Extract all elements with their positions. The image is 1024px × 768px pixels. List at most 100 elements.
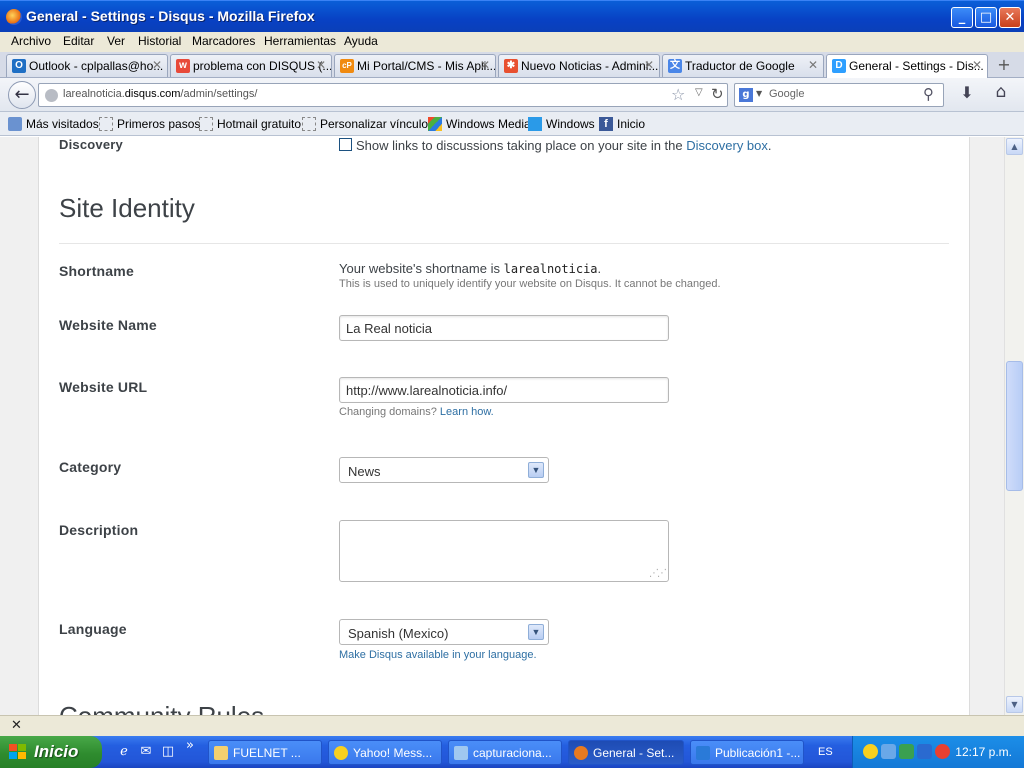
website-name-input[interactable]: La Real noticia (339, 315, 669, 341)
tab-disqus-problem[interactable]: w problema con DISQUS (... ✕ (170, 54, 332, 77)
blogger-icon: w (176, 59, 190, 73)
language-select[interactable]: Spanish (Mexico) ▼ (339, 619, 549, 645)
chevron-down-icon[interactable]: ▼ (528, 624, 544, 640)
downloads-icon[interactable]: ⬇ (956, 83, 978, 105)
yahoo-tray-icon[interactable] (863, 744, 878, 759)
tab-outlook[interactable]: O Outlook - cplpallas@ho... ✕ (6, 54, 168, 77)
disqus-icon: D (832, 59, 846, 73)
quicklaunch-more-icon[interactable]: » (182, 738, 198, 754)
tab-close-icon[interactable]: ✕ (152, 58, 162, 72)
bookmark-mas-visitados[interactable]: Más visitados (8, 117, 99, 131)
bookmark-label: Windows Media (446, 117, 531, 131)
language-help-link[interactable]: Make Disqus available in your language. (339, 649, 537, 661)
discovery-checkbox[interactable] (339, 138, 352, 151)
new-tab-button[interactable]: + (992, 56, 1016, 76)
scroll-thumb[interactable] (1006, 361, 1023, 491)
close-button[interactable]: ✕ (999, 7, 1021, 28)
bookmark-label: Inicio (617, 117, 646, 131)
bookmark-primeros-pasos[interactable]: Primeros pasos (99, 117, 200, 131)
start-button[interactable]: Inicio (0, 736, 102, 768)
menu-marcadores[interactable]: Marcadores (192, 34, 255, 48)
tab-close-icon[interactable]: ✕ (644, 58, 654, 72)
taskbar-clock[interactable]: 12:17 p.m. (955, 745, 1012, 759)
bookmark-star-icon[interactable]: ☆ (671, 85, 685, 104)
bookmark-inicio[interactable]: f Inicio (599, 117, 645, 131)
category-select[interactable]: News ▼ (339, 457, 549, 483)
bookmark-page-icon (302, 117, 316, 131)
tab-label: Traductor de Google (685, 59, 795, 73)
scroll-down-icon[interactable]: ▼ (1006, 696, 1023, 713)
engine-dropdown-icon[interactable]: ▼ (756, 89, 762, 98)
minimize-button[interactable]: _ (951, 7, 973, 28)
url-bar[interactable]: larealnoticia.disqus.com/admin/settings/… (38, 83, 728, 107)
menu-archivo[interactable]: Archivo (11, 34, 51, 48)
url-text[interactable]: larealnoticia.disqus.com/admin/settings/ (63, 88, 257, 100)
task-yahoo-messenger[interactable]: Yahoo! Mess... (328, 740, 442, 765)
maximize-button[interactable]: □ (975, 7, 997, 28)
security-tray-icon[interactable] (899, 744, 914, 759)
window-title: General - Settings - Disqus - Mozilla Fi… (26, 8, 315, 24)
task-capturacion[interactable]: capturaciona... (448, 740, 562, 765)
scroll-up-icon[interactable]: ▲ (1006, 138, 1023, 155)
tab-nuevo-noticias[interactable]: ✱ Nuevo Noticias - Admini... ✕ (498, 54, 660, 77)
capture-icon (454, 746, 468, 760)
status-bar: ✕ (0, 715, 1024, 736)
chevron-down-icon[interactable]: ▼ (528, 462, 544, 478)
resize-grip-icon[interactable]: ⋰⋰ (649, 568, 667, 579)
history-dropdown-icon[interactable]: ▽ (695, 87, 703, 98)
menu-editar[interactable]: Editar (63, 34, 94, 48)
search-bar[interactable]: g ▼ Google ⚲ (734, 83, 944, 107)
task-publicacion[interactable]: Publicación1 -... (690, 740, 804, 765)
menu-herramientas[interactable]: Herramientas (264, 34, 336, 48)
task-label: General - Set... (593, 746, 675, 760)
tab-close-icon[interactable]: ✕ (972, 58, 982, 72)
menu-historial[interactable]: Historial (138, 34, 181, 48)
bookmark-personalizar[interactable]: Personalizar vínculos (302, 117, 434, 131)
joomla-icon: ✱ (504, 59, 518, 73)
show-desktop-icon[interactable]: ◫ (160, 744, 176, 760)
description-textarea[interactable]: ⋰⋰ (339, 520, 669, 582)
tab-general-settings[interactable]: D General - Settings - Dis... ✕ (826, 54, 988, 78)
reload-icon[interactable]: ↻ (711, 85, 724, 103)
network-tray-icon[interactable] (881, 744, 896, 759)
bookmark-page-icon (99, 117, 113, 131)
cpanel-icon: cP (340, 59, 354, 73)
tab-mi-portal[interactable]: cP Mi Portal/CMS - Mis Apli... ✕ (334, 54, 496, 77)
window-title-bar[interactable]: General - Settings - Disqus - Mozilla Fi… (0, 0, 1024, 32)
vertical-scrollbar[interactable]: ▲ ▼ (1004, 137, 1024, 715)
windows-media-icon (428, 117, 442, 131)
shortname-help: This is used to uniquely identify your w… (339, 278, 721, 290)
antivirus-tray-icon[interactable] (935, 744, 950, 759)
bookmark-windows-media[interactable]: Windows Media (428, 117, 531, 131)
bookmark-label: Primeros pasos (117, 117, 201, 131)
search-input[interactable]: Google (769, 88, 804, 100)
task-fuelnet[interactable]: FUELNET ... (208, 740, 322, 765)
bookmark-hotmail[interactable]: Hotmail gratuito (199, 117, 301, 131)
bookmark-label: Hotmail gratuito (217, 117, 302, 131)
bookmark-windows[interactable]: Windows (528, 117, 595, 131)
tab-close-icon[interactable]: ✕ (480, 58, 490, 72)
home-icon[interactable]: ⌂ (990, 82, 1012, 104)
tab-traductor[interactable]: 文 Traductor de Google ✕ (662, 54, 824, 77)
tab-close-icon[interactable]: ✕ (808, 58, 818, 72)
ie-icon[interactable]: ℯ (116, 744, 132, 760)
language-indicator[interactable]: ES (818, 746, 833, 758)
google-engine-icon[interactable]: g (739, 88, 753, 102)
tab-close-icon[interactable]: ✕ (316, 58, 326, 72)
folder-icon (214, 746, 228, 760)
menu-ayuda[interactable]: Ayuda (344, 34, 378, 48)
section-divider (59, 243, 949, 244)
close-addon-bar-icon[interactable]: ✕ (11, 718, 22, 733)
website-url-input[interactable]: http://www.larealnoticia.info/ (339, 377, 669, 403)
task-firefox-general[interactable]: General - Set... (568, 740, 684, 765)
site-identity-icon[interactable] (45, 89, 58, 102)
menu-ver[interactable]: Ver (107, 34, 125, 48)
url-help: Changing domains? Learn how. (339, 406, 494, 418)
search-magnifier-icon[interactable]: ⚲ (923, 85, 934, 103)
back-button[interactable]: ← (8, 81, 36, 109)
learn-how-link[interactable]: Learn how. (440, 406, 494, 418)
outlook-express-icon[interactable]: ✉ (138, 744, 154, 760)
discovery-box-link[interactable]: Discovery box (686, 138, 768, 153)
shield-tray-icon[interactable] (917, 744, 932, 759)
task-label: capturaciona... (473, 746, 552, 760)
